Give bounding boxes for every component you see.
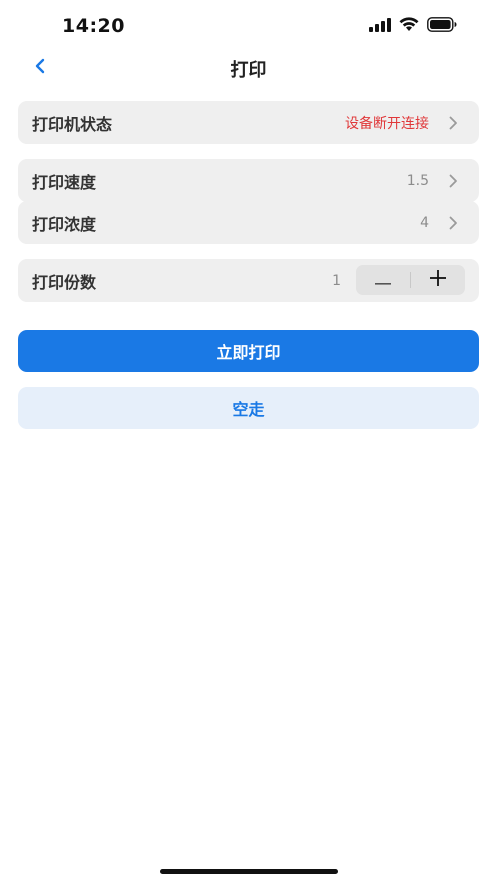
printer-status-label: 打印机状态 xyxy=(32,114,113,134)
nav-bar: 打印 xyxy=(0,48,497,86)
printer-status-value: 设备断开连接 xyxy=(345,115,429,132)
print-density-label: 打印浓度 xyxy=(32,214,97,234)
print-copies-value: 1 xyxy=(332,272,341,289)
home-indicator xyxy=(160,869,338,874)
chevron-right-icon xyxy=(447,215,459,231)
print-density-row[interactable]: 打印浓度 4 xyxy=(18,201,479,244)
print-density-value: 4 xyxy=(420,214,429,231)
print-now-button[interactable]: 立即打印 xyxy=(18,330,479,372)
printer-status-row[interactable]: 打印机状态 设备断开连接 xyxy=(18,101,479,144)
print-copies-label: 打印份数 xyxy=(32,272,97,292)
status-icons xyxy=(369,16,457,36)
chevron-right-icon xyxy=(447,173,459,189)
print-speed-label: 打印速度 xyxy=(32,172,97,192)
print-speed-row[interactable]: 打印速度 1.5 xyxy=(18,159,479,202)
status-bar: 14:20 xyxy=(0,0,497,52)
decrement-button[interactable] xyxy=(356,265,410,295)
cellular-signal-icon xyxy=(369,17,391,36)
print-copies-row: 打印份数 1 xyxy=(18,259,479,302)
copies-stepper xyxy=(356,265,465,295)
print-speed-value: 1.5 xyxy=(406,172,429,189)
chevron-right-icon xyxy=(447,115,459,131)
battery-icon xyxy=(427,16,457,36)
increment-button[interactable] xyxy=(411,265,465,295)
page-title: 打印 xyxy=(230,60,267,81)
plus-icon xyxy=(430,270,446,290)
blank-feed-button[interactable]: 空走 xyxy=(18,387,479,429)
wifi-icon xyxy=(399,16,419,36)
status-time: 14:20 xyxy=(62,15,125,37)
minus-icon xyxy=(375,271,391,290)
